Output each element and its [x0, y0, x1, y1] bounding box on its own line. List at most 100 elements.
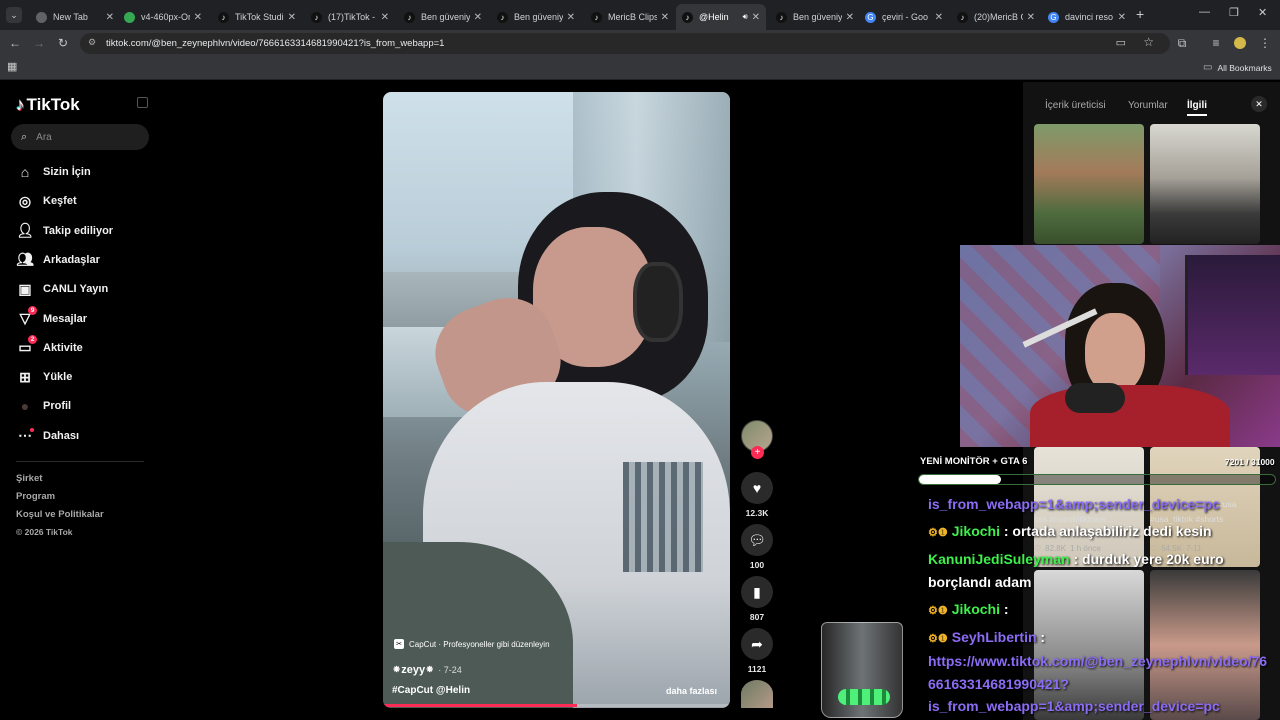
close-tab-icon[interactable]: ✕ [474, 12, 482, 23]
close-tab-icon[interactable]: ✕ [1027, 12, 1035, 23]
sidebar-item-following[interactable]: 👤︎ Takip ediliyor [16, 222, 113, 240]
sidebar-item-live[interactable]: ▣ CANLI Yayın [16, 280, 108, 298]
close-tab-icon[interactable]: ✕ [661, 12, 669, 23]
browser-tab[interactable]: ♪ Ben güveniy ✕ [770, 4, 860, 30]
music-disc-avatar[interactable] [741, 680, 773, 708]
video-author[interactable]: ⁕zeyy⁕ [392, 663, 434, 676]
media-control-icon[interactable]: ≡ [1207, 34, 1225, 52]
install-app-icon[interactable]: ▭ [1116, 36, 1126, 49]
close-tab-icon[interactable]: ✕ [194, 12, 202, 23]
browser-tab[interactable]: ♪ TikTok Studi ✕ [212, 4, 302, 30]
bookmark-star-icon[interactable]: ☆ [1143, 35, 1154, 49]
chat-line: is_from_webapp=1&amp;sender_device=pc [928, 698, 1220, 714]
tab-creator[interactable]: İçerik üreticisi [1045, 100, 1106, 111]
browser-tab[interactable]: Gçeviri - Goo ✕ [859, 4, 949, 30]
restore-button[interactable]: ❐ [1229, 6, 1239, 19]
browser-tab[interactable]: v4-460px-Or ✕ [118, 4, 208, 30]
tiktok-logo[interactable]: ♪ TikTok [16, 95, 80, 115]
sidebar-item-more[interactable]: ⋯ Dahası [16, 427, 79, 445]
sidebar-item-friends[interactable]: 👥︎ Arkadaşlar [16, 251, 100, 269]
close-window-button[interactable]: ✕ [1258, 6, 1267, 19]
browser-tab[interactable]: ♪ Ben güveniy ✕ [398, 4, 488, 30]
collapse-sidebar-icon[interactable] [137, 97, 148, 108]
sidebar-item-label: Profil [43, 400, 72, 413]
capcut-banner[interactable]: ✂ CapCut · Profesyoneller gibi düzenleyi… [394, 639, 550, 649]
minimize-button[interactable]: — [1199, 6, 1210, 18]
close-tab-icon[interactable]: ✕ [288, 12, 296, 23]
footer-link[interactable]: Program [16, 491, 55, 502]
forward-arrow-icon[interactable]: → [30, 34, 48, 52]
comment-icon: 💬︎ [748, 531, 766, 548]
search-box[interactable]: ⌕ Ara [11, 124, 149, 150]
more-icon: ⋯ [18, 427, 34, 444]
url-text: tiktok.com/@ben_zeynephlvn/video/7666163… [106, 38, 445, 49]
notification-badge: 2 [28, 334, 37, 344]
sidebar-item-profile[interactable]: ● Profil [16, 397, 71, 415]
close-tab-icon[interactable]: ✕ [846, 12, 854, 23]
tiktok-note-icon: ♪ [16, 95, 25, 114]
reload-icon[interactable]: ↻ [54, 34, 72, 52]
video-caption[interactable]: #CapCut @Helin [392, 685, 470, 696]
sidebar-item-label: Takip ediliyor [43, 224, 114, 237]
tab-comments[interactable]: Yorumlar [1128, 100, 1168, 111]
sidebar-item-upload[interactable]: ⊞ Yükle [16, 368, 72, 386]
sidebar-item-label: Arkadaşlar [43, 253, 100, 266]
close-tab-icon[interactable]: ✕ [752, 12, 760, 23]
headphones [633, 262, 683, 342]
chrome-menu-icon[interactable]: ⋮ [1256, 34, 1274, 52]
sidebar-item-compass[interactable]: ◎ Keşfet [16, 192, 77, 210]
follow-plus-icon[interactable]: + [751, 446, 764, 459]
sidebar-item-messages[interactable]: ▽ 9 Mesajlar [16, 305, 87, 328]
share-button[interactable]: ➦ [741, 628, 773, 660]
extensions-icon[interactable]: ⧉ [1173, 34, 1191, 52]
browser-tab[interactable]: ♪ MericB Clips ✕ [585, 4, 675, 30]
close-tab-icon[interactable]: ✕ [381, 12, 389, 23]
close-tab-icon[interactable]: ✕ [935, 12, 943, 23]
close-tab-icon[interactable]: ✕ [1118, 12, 1126, 23]
tab-related[interactable]: İlgili [1187, 100, 1207, 116]
close-tab-icon[interactable]: ✕ [567, 12, 575, 23]
footer-link[interactable]: Şirket [16, 473, 42, 484]
video-date: · 7-24 [438, 665, 462, 675]
address-bar[interactable]: ⚙ tiktok.com/@ben_zeynephlvn/video/76661… [80, 33, 1170, 54]
like-button[interactable]: ♥ [741, 472, 773, 504]
browser-tab[interactable]: ♪ @Helin 🔊︎ ✕ [676, 4, 766, 30]
related-tags-partial[interactable]: #usa [1218, 499, 1236, 509]
more-button[interactable]: daha fazlası [666, 686, 717, 696]
speaker-icon[interactable]: 🔊︎ [743, 12, 748, 22]
profile-avatar-icon[interactable] [1231, 34, 1249, 52]
apps-grid-icon[interactable]: ▦ [7, 60, 17, 73]
footer-link[interactable]: Koşul ve Politikalar [16, 509, 104, 520]
new-dot [30, 427, 34, 432]
compass-icon: ◎ [18, 192, 32, 209]
chat-username: KanuniJediSuleyman [928, 551, 1070, 567]
video-progress-track[interactable] [383, 704, 730, 707]
browser-tab[interactable]: New Tab ✕ [30, 4, 120, 30]
sidebar-item-activity[interactable]: ▭ 2 Aktivite [16, 334, 83, 357]
browser-tab[interactable]: ♪ (20)MericB C ✕ [951, 4, 1041, 30]
chat-badge-icon: ⚙︎❶ [928, 605, 948, 617]
back-arrow-icon[interactable]: ← [6, 34, 24, 52]
chat-message: : [1036, 629, 1046, 645]
sidebar-item-label: Yükle [43, 371, 73, 384]
browser-tab[interactable]: Gdavinci reso ✕ [1042, 4, 1132, 30]
save-button[interactable]: ▮ [741, 576, 773, 608]
site-info-icon[interactable]: ⚙ [88, 37, 96, 48]
sidebar-item-home[interactable]: ⌂ Sizin İçin [16, 163, 91, 181]
close-tab-icon[interactable]: ✕ [106, 12, 114, 23]
sidebar-item-label: Dahası [43, 429, 80, 442]
all-bookmarks-button[interactable]: ▭ All Bookmarks [1203, 62, 1272, 73]
sidebar-item-label: Sizin İçin [43, 166, 91, 178]
new-tab-button[interactable]: + [1136, 6, 1144, 22]
browser-tab[interactable]: ♪ (17)TikTok - ✕ [305, 4, 395, 30]
capcut-label: CapCut · Profesyoneller gibi düzenleyin [409, 639, 550, 649]
comment-button[interactable]: 💬︎ [741, 524, 773, 556]
video-player[interactable]: ✂ CapCut · Profesyoneller gibi düzenleyi… [383, 92, 730, 708]
sidebar-item-label: Aktivite [43, 341, 83, 354]
goal-progress-track [918, 474, 1276, 485]
tab-search-button[interactable]: ⌄ [6, 7, 22, 23]
related-video-thumb-2[interactable] [1150, 124, 1260, 244]
browser-tab[interactable]: ♪ Ben güveniy ✕ [491, 4, 581, 30]
close-panel-button[interactable]: ✕ [1251, 96, 1267, 112]
related-video-thumb-1[interactable] [1034, 124, 1144, 244]
